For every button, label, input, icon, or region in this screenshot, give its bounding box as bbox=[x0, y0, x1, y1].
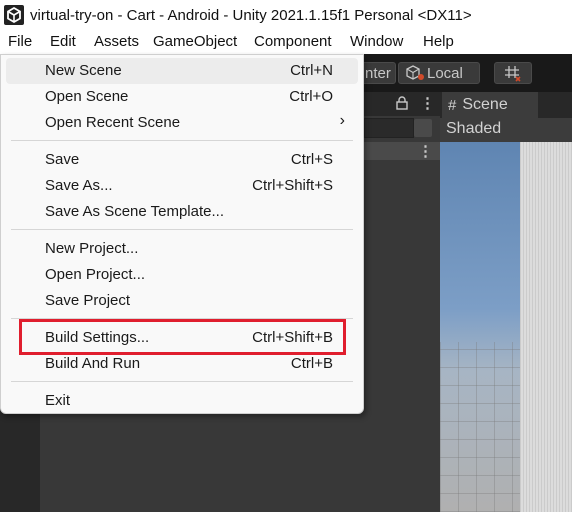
menu-gameobject[interactable]: GameObject bbox=[153, 33, 237, 50]
menu-item-label: Save As Scene Template... bbox=[45, 203, 224, 220]
scene-tab-label: Scene bbox=[462, 96, 508, 113]
menu-item-save-project[interactable]: Save Project bbox=[1, 288, 363, 314]
menu-file[interactable]: File bbox=[8, 33, 32, 50]
hierarchy-search-input[interactable] bbox=[364, 118, 414, 138]
scene-grid-icon: # bbox=[448, 96, 457, 114]
menu-item-open-scene[interactable]: Open Scene Ctrl+O bbox=[1, 84, 363, 110]
menu-item-label: New Project... bbox=[45, 240, 139, 257]
menu-help[interactable]: Help bbox=[423, 33, 454, 50]
menu-item-label: Open Scene bbox=[45, 88, 129, 105]
file-menu-dropdown: New Scene Ctrl+N Open Scene Ctrl+O Open … bbox=[0, 54, 364, 414]
space-toggle-button[interactable]: Local bbox=[398, 62, 480, 84]
menu-item-label: Exit bbox=[45, 392, 71, 409]
menu-item-label: Save Project bbox=[45, 292, 131, 309]
window-title: virtual-try-on - Cart - Android - Unity … bbox=[30, 6, 472, 24]
hierarchy-menu-icon[interactable]: ⋮ bbox=[420, 96, 435, 111]
scene-viewport[interactable] bbox=[440, 142, 572, 512]
lock-icon[interactable] bbox=[396, 96, 408, 110]
tab-scene[interactable]: # Scene bbox=[442, 92, 538, 118]
menu-item-open-project[interactable]: Open Project... bbox=[1, 262, 363, 288]
menu-window[interactable]: Window bbox=[350, 33, 403, 50]
menu-item-label: New Scene bbox=[45, 62, 122, 79]
search-options-icon[interactable] bbox=[414, 119, 432, 137]
menu-item-new-scene[interactable]: New Scene Ctrl+N bbox=[1, 58, 363, 84]
menu-separator bbox=[11, 381, 353, 382]
menu-assets[interactable]: Assets bbox=[94, 33, 139, 50]
menu-item-label: Save As... bbox=[45, 177, 113, 194]
hierarchy-row[interactable]: ⋮ bbox=[364, 142, 440, 160]
menu-separator bbox=[11, 229, 353, 230]
menu-item-shortcut: Ctrl+B bbox=[290, 355, 333, 372]
menu-item-label: Build And Run bbox=[45, 355, 141, 372]
unity-logo-icon bbox=[4, 5, 24, 25]
menu-component[interactable]: Component bbox=[254, 33, 332, 50]
menu-item-shortcut: Ctrl+N bbox=[290, 62, 333, 79]
grid-snap-button[interactable] bbox=[494, 62, 532, 84]
menu-separator bbox=[11, 140, 353, 141]
menu-item-label: Open Project... bbox=[45, 266, 146, 283]
menu-item-label: Open Recent Scene bbox=[45, 114, 181, 131]
menu-bar: File Edit Assets GameObject Component Wi… bbox=[0, 30, 572, 54]
space-label: Local bbox=[427, 64, 463, 82]
menu-item-shortcut: Ctrl+Shift+S bbox=[252, 177, 333, 194]
menu-item-exit[interactable]: Exit bbox=[1, 388, 363, 414]
title-bar: virtual-try-on - Cart - Android - Unity … bbox=[0, 0, 572, 30]
chevron-right-icon: › bbox=[339, 112, 345, 129]
local-space-icon bbox=[406, 65, 424, 80]
menu-item-new-project[interactable]: New Project... bbox=[1, 236, 363, 262]
menu-item-save-as-scene-template[interactable]: Save As Scene Template... bbox=[1, 199, 363, 225]
menu-item-save-as[interactable]: Save As... Ctrl+Shift+S bbox=[1, 173, 363, 199]
pivot-label: nter bbox=[365, 64, 391, 82]
row-menu-icon[interactable]: ⋮ bbox=[418, 144, 433, 159]
menu-edit[interactable]: Edit bbox=[50, 33, 76, 50]
menu-item-open-recent-scene[interactable]: Open Recent Scene › bbox=[1, 110, 363, 136]
scene-grid bbox=[440, 342, 520, 512]
shading-mode-dropdown[interactable]: Shaded bbox=[446, 120, 501, 138]
menu-item-label: Save bbox=[45, 151, 80, 168]
menu-item-shortcut: Ctrl+S bbox=[290, 151, 333, 168]
annotation-highlight-box bbox=[19, 319, 346, 355]
grid-snap-icon bbox=[505, 66, 521, 82]
menu-item-save[interactable]: Save Ctrl+S bbox=[1, 147, 363, 173]
menu-item-shortcut: Ctrl+O bbox=[289, 88, 333, 105]
hierarchy-tab-bar: ⋮ bbox=[364, 92, 440, 116]
scene-wall-object bbox=[520, 142, 572, 512]
